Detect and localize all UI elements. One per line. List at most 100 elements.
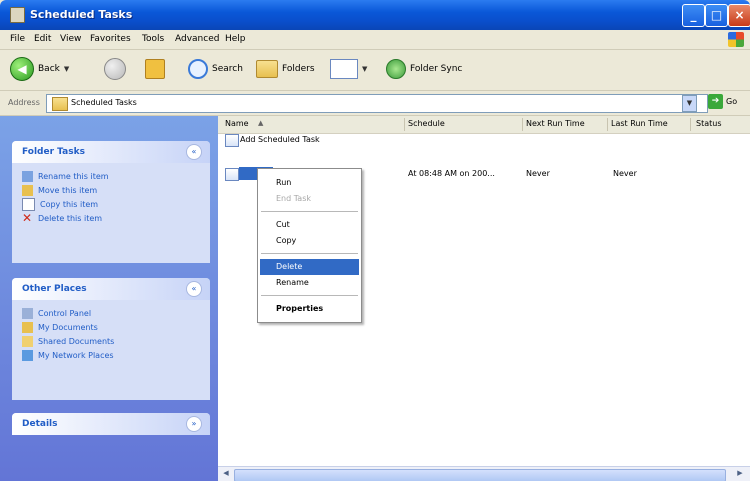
menu-separator (261, 295, 358, 296)
delete-item-link[interactable]: ✕ Delete this item (22, 211, 200, 225)
other-places-title: Other Places (22, 284, 87, 294)
back-arrow-icon: ◀ (10, 57, 34, 81)
move-item-link[interactable]: Move this item (22, 183, 200, 197)
horizontal-scrollbar[interactable]: ◀ ▶ (218, 466, 750, 481)
back-dropdown-icon[interactable]: ▼ (64, 65, 69, 73)
address-dropdown-icon[interactable]: ▼ (682, 95, 697, 112)
scheduled-tasks-icon (10, 7, 25, 23)
expand-icon[interactable]: » (186, 416, 202, 432)
column-divider[interactable] (404, 118, 405, 131)
column-name[interactable]: Name (225, 119, 249, 128)
rename-icon (22, 170, 33, 182)
folder-sync-button[interactable]: Folder Sync (386, 56, 462, 82)
column-divider[interactable] (690, 118, 691, 131)
column-divider[interactable] (607, 118, 608, 131)
delete-x-icon: ✕ (22, 210, 33, 225)
add-task-icon (225, 134, 239, 147)
back-button[interactable]: ◀ Back ▼ (10, 56, 69, 82)
folders-button[interactable]: Folders (256, 56, 315, 82)
run-label: Run (276, 178, 292, 187)
other-places-pane: Other Places « Control Panel My Document… (12, 278, 210, 400)
windows-logo-icon (728, 32, 744, 47)
menu-help[interactable]: Help (225, 34, 246, 44)
minimize-button[interactable]: _ (682, 4, 705, 27)
details-pane: Details » (12, 413, 210, 435)
menu-edit[interactable]: Edit (34, 34, 51, 44)
menu-separator (261, 211, 358, 212)
search-icon (188, 59, 208, 79)
column-status[interactable]: Status (696, 119, 722, 128)
address-input[interactable]: Scheduled Tasks (46, 94, 708, 113)
maximize-button[interactable]: □ (705, 4, 728, 27)
go-button[interactable]: ➔ Go (708, 94, 737, 109)
menu-advanced[interactable]: Advanced (175, 34, 219, 44)
control-panel-link[interactable]: Control Panel (22, 306, 200, 320)
rename-item-link[interactable]: Rename this item (22, 169, 200, 183)
go-label: Go (726, 97, 738, 106)
back-label: Back (38, 64, 60, 74)
menu-view[interactable]: View (60, 34, 81, 44)
rename-label: Rename (276, 278, 309, 287)
my-network-places-label: My Network Places (38, 350, 114, 360)
menu-item-cut[interactable]: Cut (260, 217, 359, 233)
collapse-icon[interactable]: « (186, 144, 202, 160)
views-button[interactable]: ▼ (330, 56, 367, 82)
column-last-run[interactable]: Last Run Time (611, 119, 668, 128)
copy-item-label: Copy this item (40, 199, 99, 209)
my-documents-label: My Documents (38, 322, 98, 332)
views-dropdown-icon[interactable]: ▼ (362, 65, 367, 73)
row-schedule: At 08:48 AM on 200... (408, 169, 495, 178)
menu-item-copy[interactable]: Copy (260, 233, 359, 249)
scroll-right-icon[interactable]: ▶ (734, 469, 746, 480)
up-button[interactable] (145, 56, 165, 82)
row-next-run: Never (526, 169, 550, 178)
my-documents-link[interactable]: My Documents (22, 320, 200, 334)
list-row-add-task[interactable]: Add Scheduled Task (218, 133, 750, 147)
menu-tools[interactable]: Tools (142, 34, 164, 44)
other-places-header[interactable]: Other Places « (12, 278, 210, 300)
folders-icon (256, 60, 278, 78)
menu-item-delete[interactable]: Delete (260, 259, 359, 275)
menu-favorites[interactable]: Favorites (90, 34, 131, 44)
folder-tasks-header[interactable]: Folder Tasks « (12, 141, 210, 163)
column-schedule[interactable]: Schedule (408, 119, 445, 128)
delete-item-label: Delete this item (38, 213, 103, 223)
menu-item-rename[interactable]: Rename (260, 275, 359, 291)
folders-label: Folders (282, 64, 315, 74)
shared-documents-link[interactable]: Shared Documents (22, 334, 200, 348)
context-menu: Run End Task Cut Copy Delete Rename Prop… (257, 168, 362, 323)
title-bar[interactable]: Scheduled Tasks _ □ × (0, 0, 750, 30)
menu-item-properties[interactable]: Properties (260, 301, 359, 317)
close-button[interactable]: × (728, 4, 750, 27)
search-button[interactable]: Search (188, 56, 243, 82)
end-task-label: End Task (276, 194, 312, 203)
column-divider[interactable] (522, 118, 523, 131)
forward-button[interactable] (104, 56, 126, 82)
address-folder-icon (52, 97, 68, 111)
address-value: Scheduled Tasks (71, 98, 137, 107)
details-header[interactable]: Details » (12, 413, 210, 435)
views-icon (330, 59, 358, 79)
go-arrow-icon: ➔ (708, 94, 723, 109)
row-last-run: Never (613, 169, 637, 178)
copy-label: Copy (276, 236, 297, 245)
my-network-places-link[interactable]: My Network Places (22, 348, 200, 362)
up-folder-icon (145, 59, 165, 79)
sort-ascending-icon: ▲ (258, 119, 264, 127)
scroll-thumb[interactable] (234, 469, 726, 481)
menu-file[interactable]: File (10, 34, 25, 44)
folder-tasks-pane: Folder Tasks « Rename this item Move thi… (12, 141, 210, 263)
scroll-left-icon[interactable]: ◀ (220, 469, 232, 480)
column-next-run[interactable]: Next Run Time (526, 119, 585, 128)
folder-sync-icon (386, 59, 406, 79)
network-places-icon (22, 349, 33, 361)
delete-label: Delete (276, 262, 303, 271)
menu-item-run[interactable]: Run (260, 175, 359, 191)
address-label: Address (8, 98, 40, 107)
folder-tasks-title: Folder Tasks (22, 147, 85, 157)
scheduled-task-icon (225, 168, 239, 181)
folder-sync-label: Folder Sync (410, 64, 463, 74)
collapse-icon[interactable]: « (186, 281, 202, 297)
copy-item-link[interactable]: Copy this item (22, 197, 200, 211)
column-header: Name ▲ Schedule Next Run Time Last Run T… (218, 116, 750, 134)
